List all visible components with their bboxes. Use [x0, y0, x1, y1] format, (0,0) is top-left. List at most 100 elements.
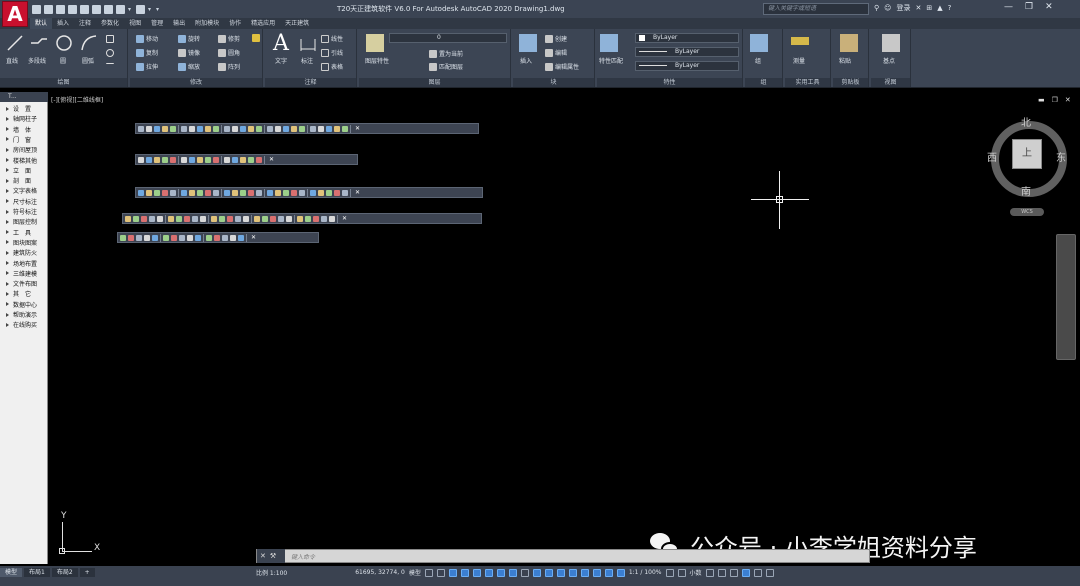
toolbar-tool-icon[interactable]: [197, 156, 203, 163]
toolbar-tool-icon[interactable]: [154, 189, 160, 196]
drawing-close-icon[interactable]: ✕: [1065, 96, 1071, 104]
toolbar-tool-icon[interactable]: [232, 156, 238, 163]
toolbar-tool-icon[interactable]: [187, 234, 193, 241]
user-icon[interactable]: ☺: [884, 4, 891, 12]
save-as-icon[interactable]: [68, 4, 77, 14]
toolbar-tool-icon[interactable]: [181, 189, 187, 196]
ribbon-tab[interactable]: 视图: [124, 18, 146, 29]
groups-panel-label[interactable]: 组: [745, 78, 782, 87]
group-icon[interactable]: [750, 34, 768, 52]
palette-item[interactable]: 图块图案: [2, 238, 37, 247]
palette-item[interactable]: 其 它: [2, 289, 31, 298]
palette-item[interactable]: 图层控制: [2, 217, 37, 226]
toolbar-tool-icon[interactable]: [329, 215, 335, 222]
toolbar-tool-icon[interactable]: [224, 125, 230, 132]
measure-icon[interactable]: [791, 37, 809, 45]
view-panel-label[interactable]: 视图: [871, 78, 910, 87]
lineweight-icon[interactable]: [520, 568, 529, 577]
palette-item[interactable]: 三维建模: [2, 269, 37, 278]
command-customize-icon[interactable]: ⚒: [270, 552, 276, 560]
toolbar-tool-icon[interactable]: [248, 189, 254, 196]
toolbar-tool-icon[interactable]: [283, 189, 289, 196]
web-save-icon[interactable]: [92, 4, 101, 14]
toolbar-tool-icon[interactable]: [213, 189, 219, 196]
toolbar-close-icon[interactable]: ✕: [342, 215, 347, 222]
toolbar-tool-icon[interactable]: [214, 234, 220, 241]
redo-icon[interactable]: [136, 4, 145, 14]
maximize-icon[interactable]: ❐: [1025, 2, 1033, 12]
lock-ui-icon[interactable]: [717, 568, 726, 577]
stretch-tool[interactable]: 拉伸: [136, 62, 158, 71]
toolbar-tool-icon[interactable]: [224, 189, 230, 196]
snap-icon[interactable]: [436, 568, 445, 577]
toolbar-tool-icon[interactable]: [205, 156, 211, 163]
ribbon-tab[interactable]: 参数化: [96, 18, 124, 29]
open-icon[interactable]: [44, 4, 53, 14]
ribbon-tab[interactable]: 插入: [52, 18, 74, 29]
toolbar-tool-icon[interactable]: [157, 215, 163, 222]
toolbar-tool-icon[interactable]: [254, 215, 260, 222]
base-point-label[interactable]: 基点: [883, 56, 895, 65]
toolbar-tool-icon[interactable]: [125, 215, 131, 222]
toolbar-tool-icon[interactable]: [222, 234, 228, 241]
model-space-toggle[interactable]: 模型: [409, 568, 421, 577]
toolbar-tool-icon[interactable]: [342, 125, 348, 132]
palette-item[interactable]: 帮助演示: [2, 310, 37, 319]
copy-tool[interactable]: 复制: [136, 48, 158, 57]
gizmo-icon[interactable]: [592, 568, 601, 577]
toolbar-tool-icon[interactable]: [195, 234, 201, 241]
toolbar-tool-icon[interactable]: [133, 215, 139, 222]
toolbar-tool-icon[interactable]: [262, 215, 268, 222]
minimize-icon[interactable]: —: [1004, 2, 1013, 12]
toolbar-tool-icon[interactable]: [305, 215, 311, 222]
layer-dropdown[interactable]: 0: [389, 33, 507, 43]
toolbar-tool-icon[interactable]: [211, 215, 217, 222]
toolbar-tool-icon[interactable]: [230, 234, 236, 241]
toolbar-tool-icon[interactable]: [270, 215, 276, 222]
toolbar-tool-icon[interactable]: [213, 125, 219, 132]
match-properties-icon[interactable]: [600, 34, 618, 52]
navigation-bar[interactable]: [1056, 234, 1076, 360]
login-link[interactable]: 登录: [896, 3, 910, 13]
compass-north[interactable]: 北: [1021, 114, 1031, 129]
toolbar-tool-icon[interactable]: [256, 156, 262, 163]
paste-icon[interactable]: [840, 34, 858, 52]
dimension-tool-label[interactable]: 标注: [301, 56, 313, 65]
toolbar-tool-icon[interactable]: [299, 125, 305, 132]
palette-item[interactable]: 文字表格: [2, 186, 37, 195]
toolbar-tool-icon[interactable]: [297, 215, 303, 222]
paste-label[interactable]: 粘贴: [839, 56, 851, 65]
close-icon[interactable]: ✕: [1045, 2, 1053, 12]
palette-item[interactable]: 墙 体: [2, 125, 31, 134]
toolbar-close-icon[interactable]: ✕: [355, 125, 360, 132]
line-tool-label[interactable]: 直线: [6, 56, 18, 65]
toolbar-tool-icon[interactable]: [170, 156, 176, 163]
text-icon[interactable]: A: [273, 31, 289, 56]
toolbar-tool-icon[interactable]: [154, 156, 160, 163]
leader-tool[interactable]: 引线: [321, 48, 343, 57]
toolbar-tool-icon[interactable]: [141, 215, 147, 222]
linear-tool[interactable]: 线性: [321, 34, 343, 43]
polyline-tool-label[interactable]: 多段线: [28, 56, 46, 65]
trim-tool[interactable]: 修剪: [218, 34, 240, 43]
group-label[interactable]: 组: [755, 56, 761, 65]
rectangle-icon[interactable]: [106, 35, 114, 43]
toolbar-tool-icon[interactable]: [248, 125, 254, 132]
toolbar-tool-icon[interactable]: [162, 156, 168, 163]
toolbar-tool-icon[interactable]: [235, 215, 241, 222]
toolbar-tool-icon[interactable]: [138, 156, 144, 163]
hatch-icon[interactable]: [106, 49, 114, 57]
circle-icon[interactable]: [55, 34, 73, 52]
isolate-objects-icon[interactable]: [729, 568, 738, 577]
palette-item[interactable]: 剖 面: [2, 176, 31, 185]
toolbar-close-icon[interactable]: ✕: [269, 156, 274, 163]
save-icon[interactable]: [56, 4, 65, 14]
arc-icon[interactable]: [80, 34, 98, 52]
floating-toolbar[interactable]: ✕: [135, 154, 358, 165]
toolbar-tool-icon[interactable]: [205, 125, 211, 132]
compass-west[interactable]: 西: [987, 149, 997, 164]
palette-item[interactable]: 设 置: [2, 104, 31, 113]
undo-icon[interactable]: [116, 4, 125, 14]
layer-properties-label[interactable]: 图层特性: [365, 56, 389, 65]
toolbar-tool-icon[interactable]: [120, 234, 126, 241]
